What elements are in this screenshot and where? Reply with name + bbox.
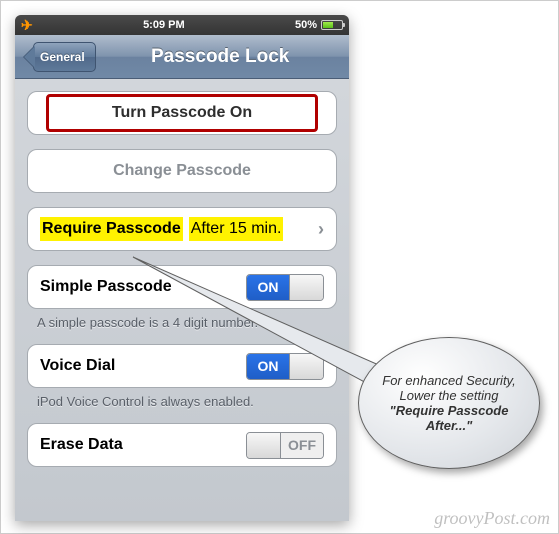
- erase-data-toggle[interactable]: OFF: [246, 432, 324, 459]
- require-passcode-row[interactable]: Require Passcode After 15 min. ›: [27, 207, 337, 251]
- simple-passcode-label: Simple Passcode: [40, 278, 172, 296]
- erase-data-row: Erase Data OFF: [27, 423, 337, 467]
- battery-percent: 50%: [295, 19, 317, 31]
- airplane-mode-icon: ✈: [21, 17, 33, 34]
- back-button-label: General: [40, 50, 85, 64]
- toggle-off-label: OFF: [281, 433, 323, 458]
- toggle-on-label: ON: [247, 275, 289, 300]
- toggle-knob: [289, 275, 323, 300]
- status-time: 5:09 PM: [143, 19, 185, 31]
- chevron-right-icon: ›: [318, 219, 324, 240]
- require-passcode-label: Require Passcode: [40, 217, 183, 241]
- nav-bar: General Passcode Lock: [15, 35, 349, 79]
- page-title: Passcode Lock: [101, 46, 349, 68]
- battery-icon: [321, 20, 343, 30]
- annotation-callout: For enhanced Security, Lower the setting…: [358, 337, 540, 469]
- toggle-knob: [247, 433, 281, 458]
- require-passcode-value: After 15 min.: [189, 217, 284, 241]
- status-bar: ✈ 5:09 PM 50%: [15, 15, 349, 35]
- toggle-on-label: ON: [247, 354, 289, 379]
- voice-dial-row: Voice Dial ON: [27, 344, 337, 388]
- voice-dial-label: Voice Dial: [40, 357, 115, 375]
- simple-passcode-toggle[interactable]: ON: [246, 274, 324, 301]
- change-passcode-button[interactable]: Change Passcode: [27, 149, 337, 193]
- callout-bold: "Require Passcode After...": [390, 403, 509, 433]
- toggle-knob: [289, 354, 323, 379]
- voice-dial-footer: iPod Voice Control is always enabled.: [27, 388, 337, 409]
- voice-dial-toggle[interactable]: ON: [246, 353, 324, 380]
- erase-data-label: Erase Data: [40, 436, 123, 454]
- back-button[interactable]: General: [33, 42, 96, 72]
- device-frame: ✈ 5:09 PM 50% General Passcode Lock Turn…: [15, 15, 349, 521]
- simple-passcode-row: Simple Passcode ON: [27, 265, 337, 309]
- callout-text: For enhanced Security, Lower the setting: [382, 373, 515, 403]
- turn-passcode-on-button[interactable]: Turn Passcode On: [27, 91, 337, 135]
- watermark-text: groovyPost.com: [434, 508, 550, 529]
- simple-passcode-footer: A simple passcode is a 4 digit number.: [27, 309, 337, 330]
- settings-content: Turn Passcode On Change Passcode Require…: [15, 79, 349, 521]
